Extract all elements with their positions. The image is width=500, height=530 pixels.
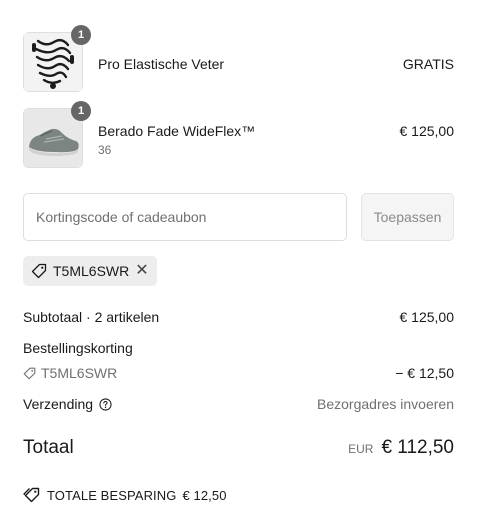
- total-savings-value: € 12,50: [182, 487, 227, 503]
- order-discount-label: Bestellingskorting: [23, 340, 133, 356]
- applied-discount-code: T5ML6SWR: [53, 263, 130, 279]
- total-amount: EUR € 112,50: [348, 437, 454, 459]
- order-discount-code-row: T5ML6SWR: [23, 365, 117, 381]
- product-variant: 36: [98, 143, 112, 157]
- help-icon[interactable]: [99, 397, 112, 411]
- shipping-value: Bezorgadres invoeren: [317, 396, 454, 412]
- applied-discount-tag: T5ML6SWR ✕: [23, 256, 157, 286]
- total-savings-label: TOTALE BESPARING: [47, 487, 177, 503]
- product-name: Berado Fade WideFlex™: [98, 123, 256, 139]
- total-currency: EUR: [348, 442, 374, 456]
- product-price: GRATIS: [402, 56, 454, 72]
- apply-discount-button[interactable]: Toepassen: [361, 193, 454, 241]
- cart-item: 1 Pro Elastische Veter GRATIS: [0, 0, 500, 100]
- product-price: € 125,00: [399, 123, 455, 139]
- total-label: Totaal: [23, 437, 74, 458]
- cart-item: 1 Berado Fade WideFlex™ 36 € 125,00: [0, 100, 500, 180]
- quantity-badge: 1: [71, 25, 91, 45]
- order-discount-value: − € 12,50: [395, 365, 454, 381]
- total-value: € 112,50: [381, 437, 454, 458]
- subtotal-value: € 125,00: [399, 309, 455, 325]
- savings-tag-icon: [23, 487, 40, 503]
- tag-icon: [23, 367, 36, 379]
- quantity-badge: 1: [71, 101, 91, 121]
- shipping-label-row: Verzending: [23, 396, 112, 412]
- discount-code-input[interactable]: [23, 193, 347, 241]
- tag-icon: [31, 263, 47, 279]
- order-discount-code: T5ML6SWR: [41, 365, 118, 381]
- remove-discount-close-icon[interactable]: ✕: [135, 263, 148, 279]
- total-savings-row: TOTALE BESPARING € 12,50: [23, 487, 227, 503]
- subtotal-label: Subtotaal · 2 artikelen: [23, 309, 160, 325]
- shipping-label: Verzending: [23, 396, 94, 412]
- product-name: Pro Elastische Veter: [98, 56, 225, 72]
